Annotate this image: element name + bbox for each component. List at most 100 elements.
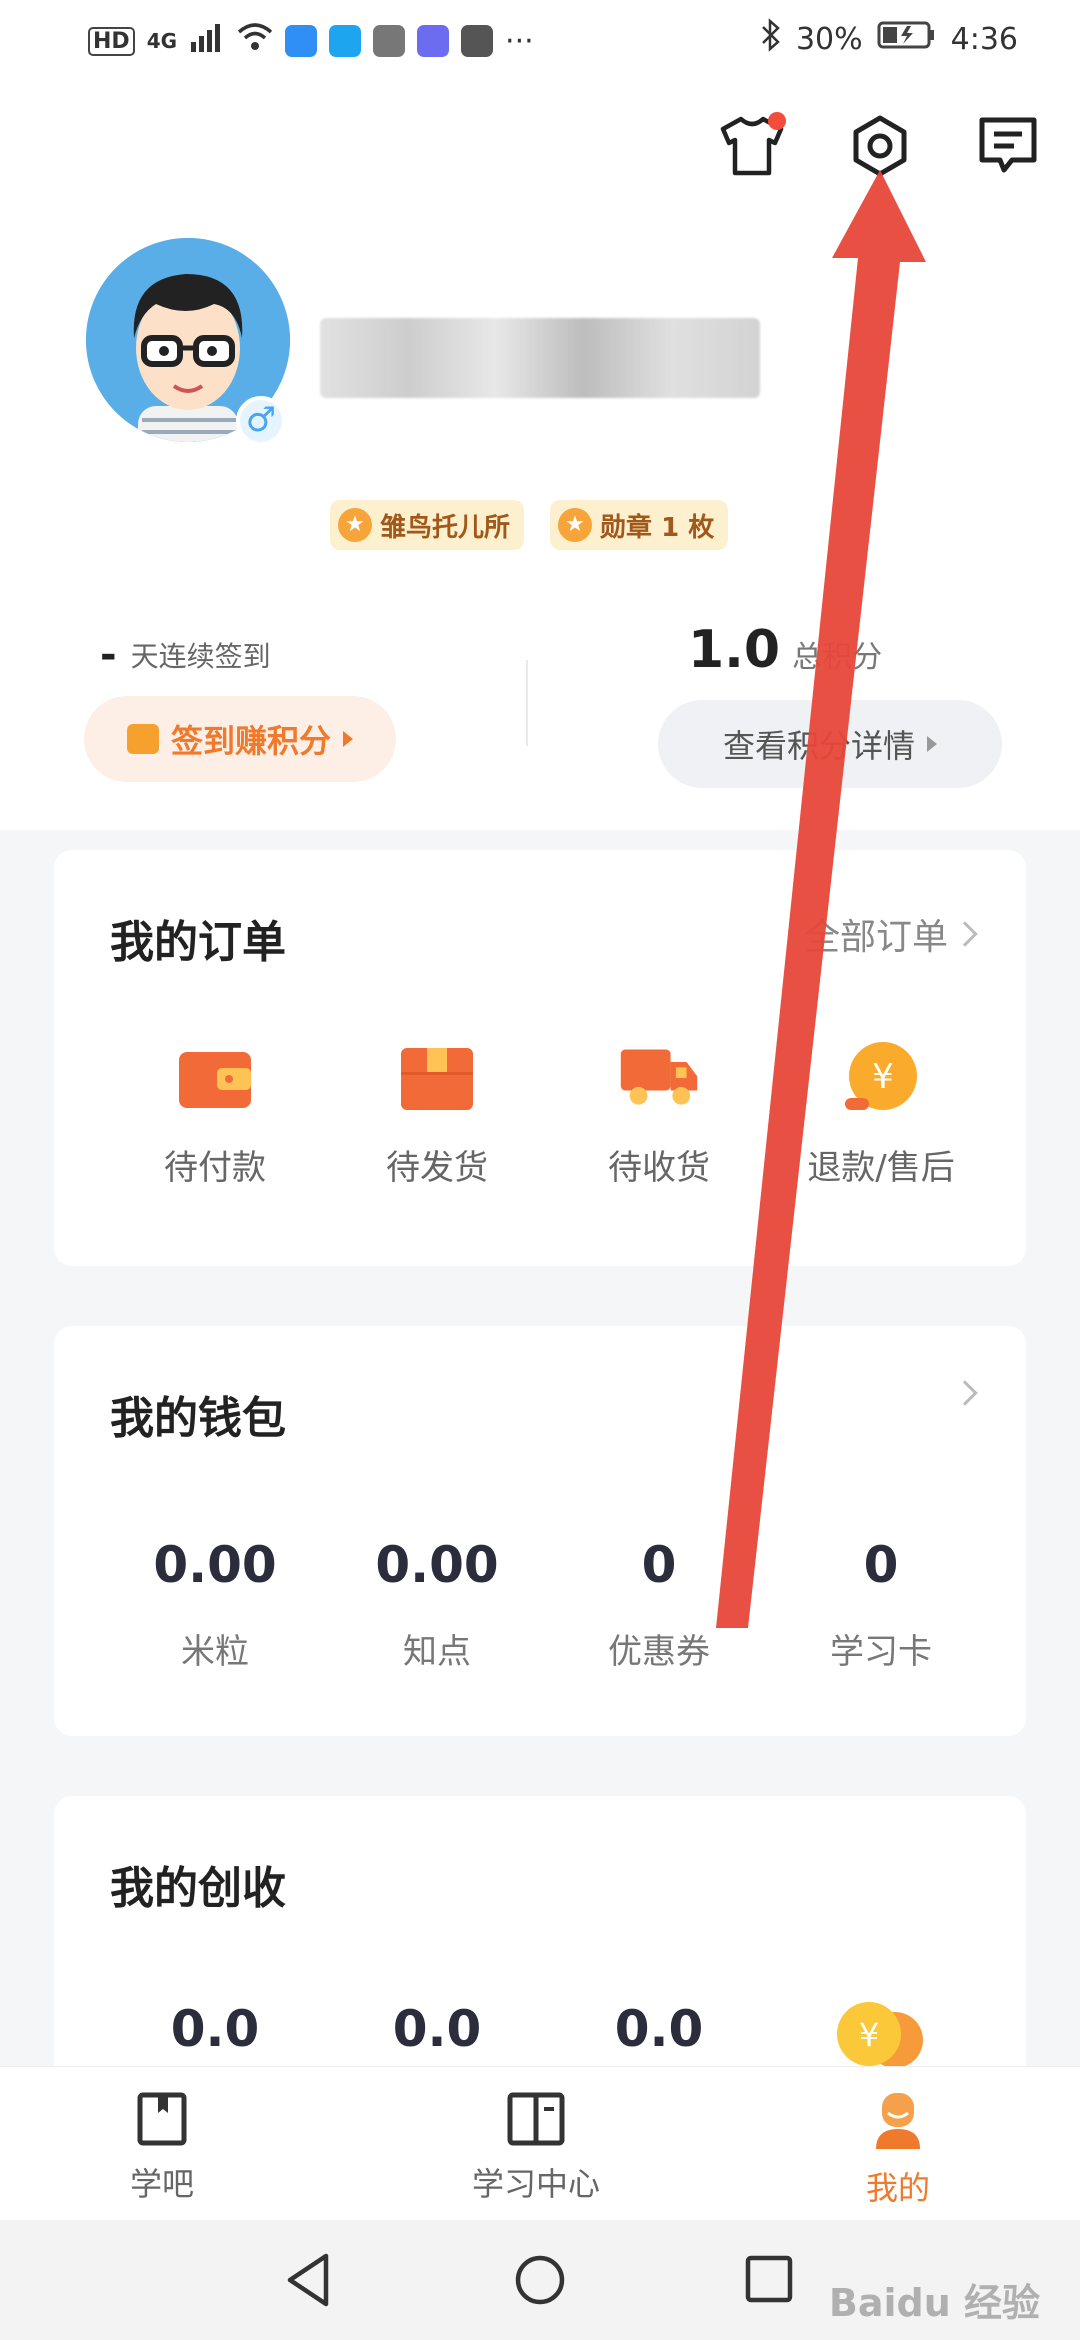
recents-icon[interactable] — [744, 2252, 794, 2308]
tab-xueba[interactable]: 学吧 — [130, 2091, 194, 2205]
user-icon — [876, 2093, 920, 2149]
wallet-knowledge-points[interactable]: 0.00 知点 — [326, 1536, 548, 1673]
income-card[interactable]: 我的创收 0.0 0.0 0.0 ¥ — [54, 1796, 1026, 2096]
income-coin[interactable]: ¥ — [770, 2000, 992, 2076]
music-app-icon — [417, 25, 450, 57]
notification-dot — [768, 112, 786, 130]
wallet-label: 知点 — [403, 1632, 471, 1672]
settings-icon — [848, 114, 912, 182]
network-type: 4G — [146, 29, 178, 53]
checkin-button[interactable]: 签到赚积分 — [84, 696, 396, 782]
order-refund[interactable]: ¥ 退款/售后 — [770, 1042, 992, 1189]
medal-badge[interactable]: ★ 勋章 1 枚 — [550, 500, 729, 550]
header-actions — [716, 112, 1044, 184]
points-detail-label: 查看积分详情 — [722, 727, 915, 765]
wifi-icon — [237, 22, 273, 60]
chevron-right-icon — [952, 1380, 978, 1406]
hand-app-icon — [373, 25, 406, 57]
book-icon — [137, 2092, 187, 2146]
tab-label: 学吧 — [130, 2165, 195, 2203]
signal-icon — [189, 22, 225, 60]
order-label: 待发货 — [386, 1148, 488, 1188]
income-value: 0.0 — [392, 2000, 482, 2058]
search-app-icon — [329, 25, 362, 57]
status-bar: HD 4G ··· 30% 4:36 — [0, 0, 1080, 84]
income-value: 0.0 — [170, 2000, 260, 2058]
checkin-button-label: 签到赚积分 — [170, 722, 331, 760]
weather-app-icon — [285, 25, 318, 57]
status-right: 30% 4:36 — [760, 18, 1018, 60]
points-value: 1.0 — [688, 620, 781, 680]
settings-button[interactable] — [844, 112, 916, 184]
order-status-row: 待付款 待发货 待收货 ¥ 退款/售后 — [54, 1042, 1026, 1189]
orders-card: 我的订单 全部订单 待付款 待发货 待收货 ¥ 退款/售后 — [54, 850, 1026, 1266]
open-book-icon — [507, 2092, 565, 2146]
income-title: 我的创收 — [110, 1863, 286, 1914]
dress-up-button[interactable] — [716, 112, 788, 184]
clock: 4:36 — [950, 21, 1018, 57]
wallet-more-link[interactable] — [952, 1380, 978, 1406]
status-left: HD 4G ··· — [88, 22, 534, 60]
tab-label: 学习中心 — [472, 2165, 601, 2203]
bluetooth-icon — [760, 18, 782, 60]
wallet-card[interactable]: 我的钱包 0.00 米粒 0.00 知点 0 优惠券 0 学习卡 — [54, 1326, 1026, 1736]
message-icon — [976, 114, 1040, 182]
tab-label: 我的 — [866, 2169, 931, 2207]
wallet-value: 0 — [641, 1536, 677, 1594]
arrow-right-icon — [927, 736, 937, 752]
points-summary: 1.0 总积分 — [688, 620, 882, 680]
bottom-navigation: 学吧 学习中心 我的 — [0, 2066, 1080, 2220]
level-badge[interactable]: ★ 雏鸟托儿所 — [330, 500, 525, 550]
checkin-streak: - 天连续签到 — [100, 632, 271, 678]
income-stat[interactable]: 0.0 — [548, 2000, 770, 2076]
messages-button[interactable] — [972, 112, 1044, 184]
medal-badge-label: 勋章 1 枚 — [600, 512, 715, 543]
wallet-stats-row: 0.00 米粒 0.00 知点 0 优惠券 0 学习卡 — [54, 1536, 1026, 1673]
wallet-value: 0 — [863, 1536, 899, 1594]
wallet-rice[interactable]: 0.00 米粒 — [104, 1536, 326, 1673]
points-label: 总积分 — [792, 640, 883, 675]
order-pending-payment[interactable]: 待付款 — [104, 1042, 326, 1189]
hd-indicator: HD — [88, 26, 135, 56]
back-icon[interactable] — [284, 2252, 334, 2308]
tab-study-center[interactable]: 学习中心 — [472, 2091, 600, 2205]
badge-row: ★ 雏鸟托儿所 ★ 勋章 1 枚 — [330, 500, 729, 550]
order-pending-receipt[interactable]: 待收货 — [548, 1042, 770, 1189]
divider — [526, 660, 528, 746]
wallet-value: 0.00 — [375, 1536, 499, 1594]
tab-mine[interactable]: 我的 — [866, 2091, 930, 2209]
coin-symbol: ¥ — [859, 2016, 879, 2054]
order-label: 待收货 — [608, 1148, 710, 1188]
wallet-value: 0.00 — [153, 1536, 277, 1594]
home-icon[interactable] — [514, 2252, 566, 2308]
order-pending-shipment[interactable]: 待发货 — [326, 1042, 548, 1189]
truck-icon — [619, 1042, 699, 1114]
level-badge-label: 雏鸟托儿所 — [380, 512, 511, 543]
battery-percent: 30% — [795, 21, 863, 57]
income-stat[interactable]: 0.0 — [326, 2000, 548, 2076]
income-stats-row: 0.0 0.0 0.0 ¥ — [54, 2000, 1026, 2076]
status-overflow: ··· — [505, 23, 534, 59]
points-detail-button[interactable]: 查看积分详情 — [658, 700, 1002, 788]
wallet-label: 学习卡 — [830, 1632, 932, 1672]
svg-text:¥: ¥ — [872, 1057, 894, 1097]
income-stat[interactable]: 0.0 — [104, 2000, 326, 2076]
all-orders-link[interactable]: 全部订单 — [804, 908, 978, 960]
order-label: 退款/售后 — [807, 1148, 955, 1188]
wallet-coupons[interactable]: 0 优惠券 — [548, 1536, 770, 1673]
arrow-right-icon — [343, 731, 353, 747]
order-label: 待付款 — [164, 1148, 266, 1188]
gender-male-icon: ♂ — [236, 396, 286, 446]
username-blurred — [320, 318, 760, 398]
battery-charging-icon — [877, 20, 937, 58]
medal-icon: ★ — [558, 508, 593, 542]
gift-icon — [126, 724, 159, 754]
wallet-icon — [175, 1042, 255, 1114]
package-icon — [397, 1042, 477, 1114]
huawei-app-icon — [461, 25, 494, 57]
star-icon: ★ — [338, 508, 372, 542]
wallet-title: 我的钱包 — [110, 1393, 286, 1444]
wallet-label: 米粒 — [181, 1632, 249, 1672]
watermark: Baidu 经验 — [828, 2281, 1040, 2325]
wallet-study-cards[interactable]: 0 学习卡 — [770, 1536, 992, 1673]
